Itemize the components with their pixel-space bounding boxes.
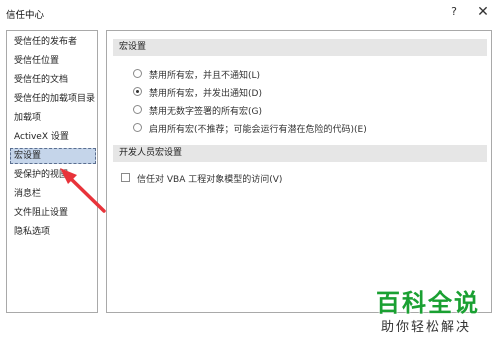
sidebar-item-protected-view[interactable]: 受保护的视图 — [10, 167, 96, 183]
sidebar-item-message-bar[interactable]: 消息栏 — [10, 186, 96, 202]
sidebar: 受信任的发布者 受信任位置 受信任的文档 受信任的加载项目录 加载项 Activ… — [6, 30, 98, 313]
radio-label: 禁用所有宏，并发出通知(D) — [149, 89, 262, 99]
settings-panel: 宏设置 禁用所有宏，并且不通知(L) 禁用所有宏，并发出通知(D) 禁用无数字签… — [106, 30, 492, 313]
watermark-title: 百科全说 — [376, 289, 480, 317]
sidebar-item-privacy-options[interactable]: 隐私选项 — [10, 224, 96, 240]
sidebar-item-file-block-settings[interactable]: 文件阻止设置 — [10, 205, 96, 221]
watermark-subtitle: 助你轻松解决 — [381, 316, 472, 335]
sidebar-item-trusted-publishers[interactable]: 受信任的发布者 — [10, 34, 96, 50]
sidebar-item-trusted-addin-catalogs[interactable]: 受信任的加载项目录 — [10, 91, 96, 107]
help-button[interactable]: ? — [446, 4, 462, 20]
radio-label: 禁用无数字签署的所有宏(G) — [149, 107, 262, 117]
radio-button-checked[interactable] — [133, 87, 142, 96]
macro-settings-heading: 宏设置 — [113, 39, 487, 56]
developer-settings-heading: 开发人员宏设置 — [113, 145, 487, 162]
sidebar-item-trusted-documents[interactable]: 受信任的文档 — [10, 72, 96, 88]
window-title: 信任中心 — [6, 10, 45, 21]
trust-vba-label: 信任对 VBA 工程对象模型的访问(V) — [137, 175, 283, 185]
close-button[interactable]: ✕ — [474, 4, 492, 20]
radio-button[interactable] — [133, 69, 142, 78]
radio-label: 禁用所有宏，并且不通知(L) — [149, 71, 261, 81]
radio-button[interactable] — [133, 105, 142, 114]
title-bar: 信任中心 ? ✕ — [0, 0, 500, 26]
sidebar-item-addins[interactable]: 加载项 — [10, 110, 96, 126]
sidebar-item-trusted-locations[interactable]: 受信任位置 — [10, 53, 96, 69]
trust-vba-checkbox[interactable] — [121, 173, 130, 182]
sidebar-item-macro-settings[interactable]: 宏设置 — [10, 148, 96, 164]
radio-label: 启用所有宏(不推荐；可能会运行有潜在危险的代码)(E) — [149, 125, 367, 135]
radio-button[interactable] — [133, 123, 142, 132]
sidebar-item-activex-settings[interactable]: ActiveX 设置 — [10, 129, 96, 145]
